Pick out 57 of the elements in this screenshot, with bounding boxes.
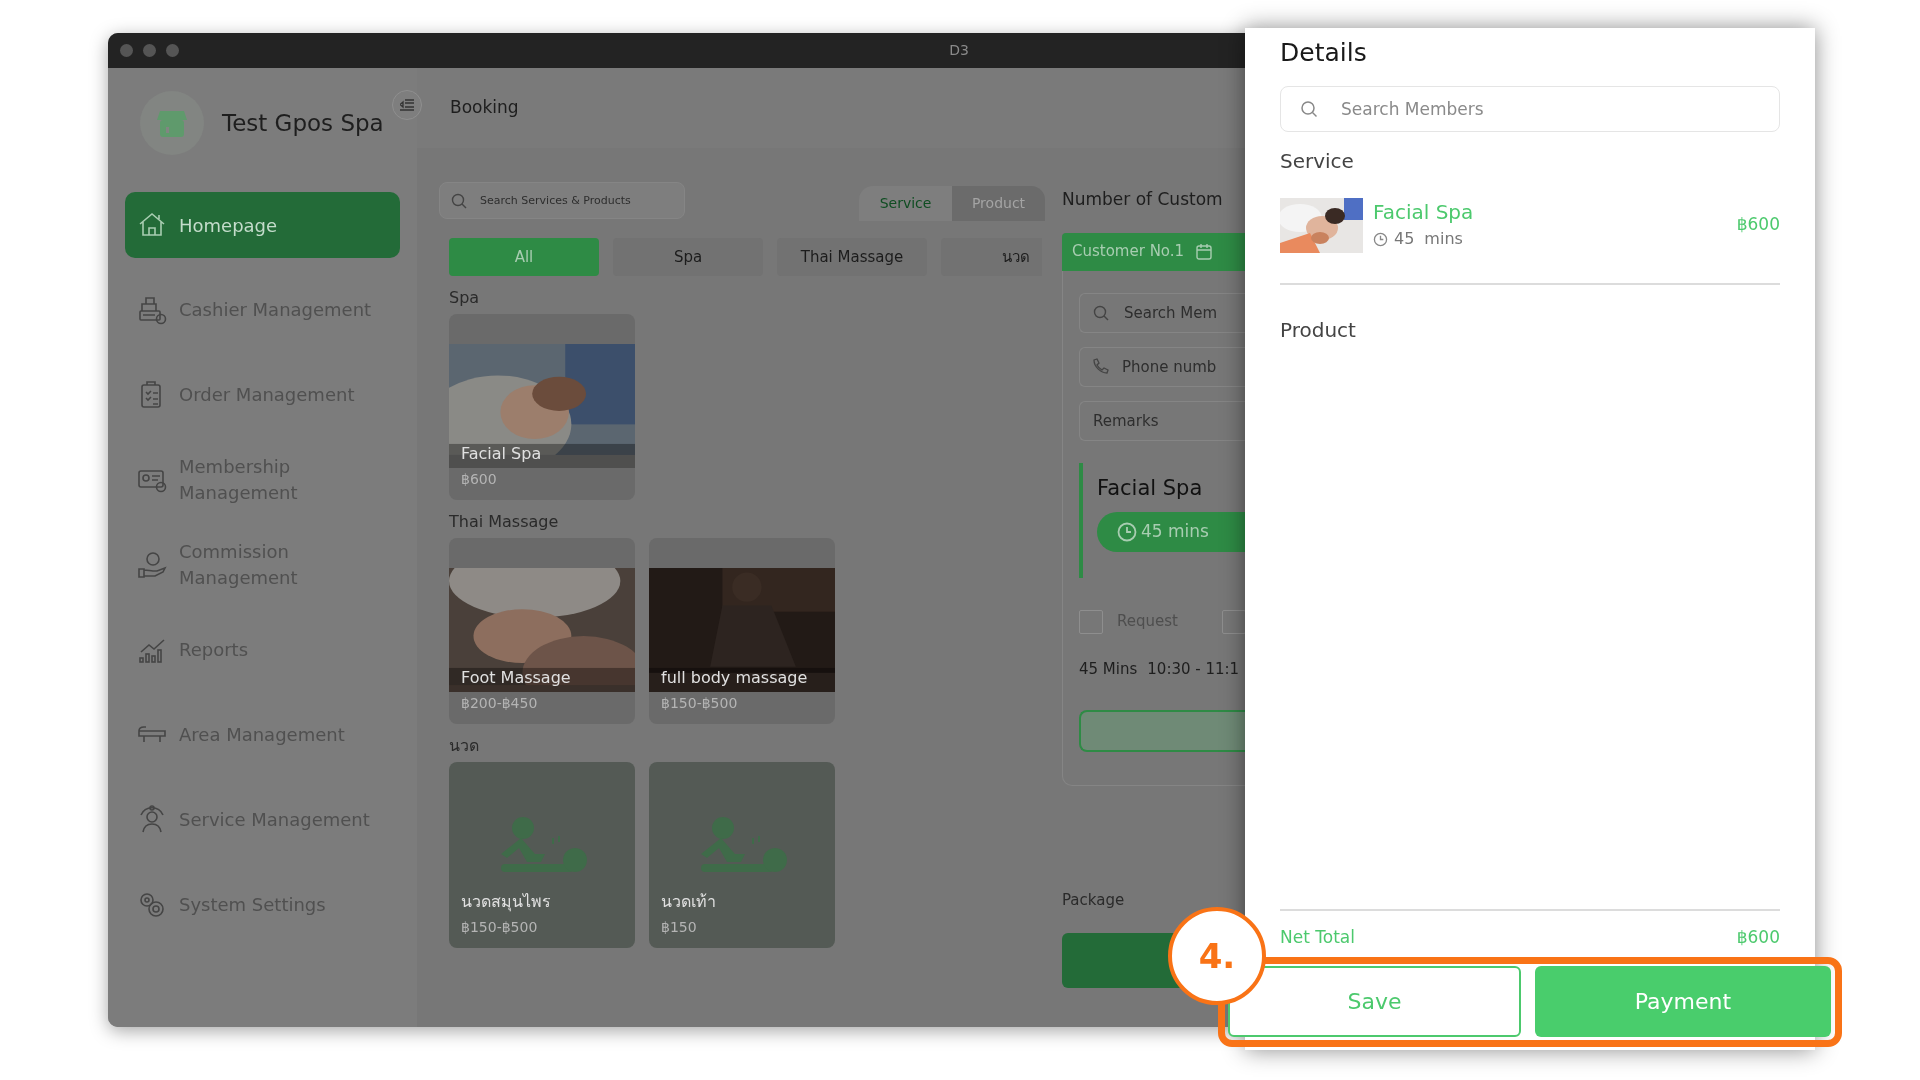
- clock-icon: [1373, 231, 1388, 247]
- duration-unit: mins: [1424, 228, 1463, 250]
- card-title: นวดสมุนไพร: [461, 891, 551, 914]
- category-tab[interactable]: นวด: [941, 238, 1042, 276]
- service-card[interactable]: นวดเท้า ฿150: [649, 762, 835, 948]
- mode-tab[interactable]: Service: [859, 186, 952, 221]
- card-title: Facial Spa: [461, 443, 542, 465]
- service-card[interactable]: full body massage ฿150-฿500: [649, 538, 835, 724]
- page-title: Booking: [450, 96, 519, 120]
- net-total-value: ฿600: [1736, 925, 1780, 949]
- brand-name: Test Gpos Spa: [222, 108, 384, 138]
- duration-value: 45: [1394, 228, 1415, 250]
- service-name: Facial Spa: [1097, 474, 1204, 502]
- section-heading: นวด: [449, 735, 480, 757]
- package-label: Package: [1062, 889, 1126, 911]
- category-tab[interactable]: Thai Massage: [777, 238, 927, 276]
- category-tab[interactable]: Spa: [613, 238, 763, 276]
- card-price: ฿150-฿500: [661, 694, 738, 713]
- phone-icon: [1091, 357, 1109, 376]
- category-tab[interactable]: All: [449, 238, 599, 276]
- card-title: นวดเท้า: [661, 891, 716, 913]
- card-price: ฿150-฿500: [461, 918, 538, 937]
- search-field[interactable]: Search Services & Products: [439, 182, 685, 219]
- payment-button[interactable]: Payment: [1535, 966, 1831, 1037]
- duration-text: 45 Mins: [1079, 658, 1138, 680]
- coin-hand-icon: [137, 550, 167, 580]
- person-icon: [137, 805, 167, 835]
- clock-icon: [1117, 522, 1137, 542]
- gears-icon: [137, 890, 167, 920]
- card-price: ฿600: [461, 470, 497, 489]
- calendar-icon: [1196, 243, 1213, 260]
- section-heading: Service: [1280, 147, 1355, 175]
- service-card[interactable]: นวดสมุนไพร ฿150-฿500: [449, 762, 635, 948]
- search-icon: [451, 193, 467, 209]
- section-heading: Spa: [449, 287, 481, 309]
- time-range: 10:30 - 11:1: [1147, 658, 1240, 680]
- section-heading: Product: [1280, 316, 1357, 344]
- drawer-title: Details: [1280, 37, 1368, 69]
- net-total-label: Net Total: [1280, 925, 1355, 949]
- window-title: D3: [949, 41, 969, 60]
- sidebar-item[interactable]: Homepage: [125, 192, 400, 258]
- card-price: ฿200-฿450: [461, 694, 538, 713]
- search-icon: [1093, 304, 1109, 321]
- card-title: full body massage: [661, 667, 808, 689]
- section-heading: Thai Massage: [449, 511, 560, 533]
- section-heading: Number of Custom: [1062, 188, 1224, 211]
- collapse-button[interactable]: [392, 90, 422, 120]
- search-icon: [1300, 99, 1318, 118]
- service-name: Facial Spa: [1373, 199, 1475, 225]
- card-title: Foot Massage: [461, 667, 571, 689]
- register-icon: [137, 295, 167, 325]
- mode-tab[interactable]: Product: [952, 186, 1045, 221]
- collapse-icon: [400, 99, 414, 111]
- service-card[interactable]: Facial Spa ฿600: [449, 314, 635, 500]
- service-card[interactable]: Foot Massage ฿200-฿450: [449, 538, 635, 724]
- card-price: ฿150: [661, 918, 697, 937]
- service-price: ฿600: [1736, 213, 1780, 237]
